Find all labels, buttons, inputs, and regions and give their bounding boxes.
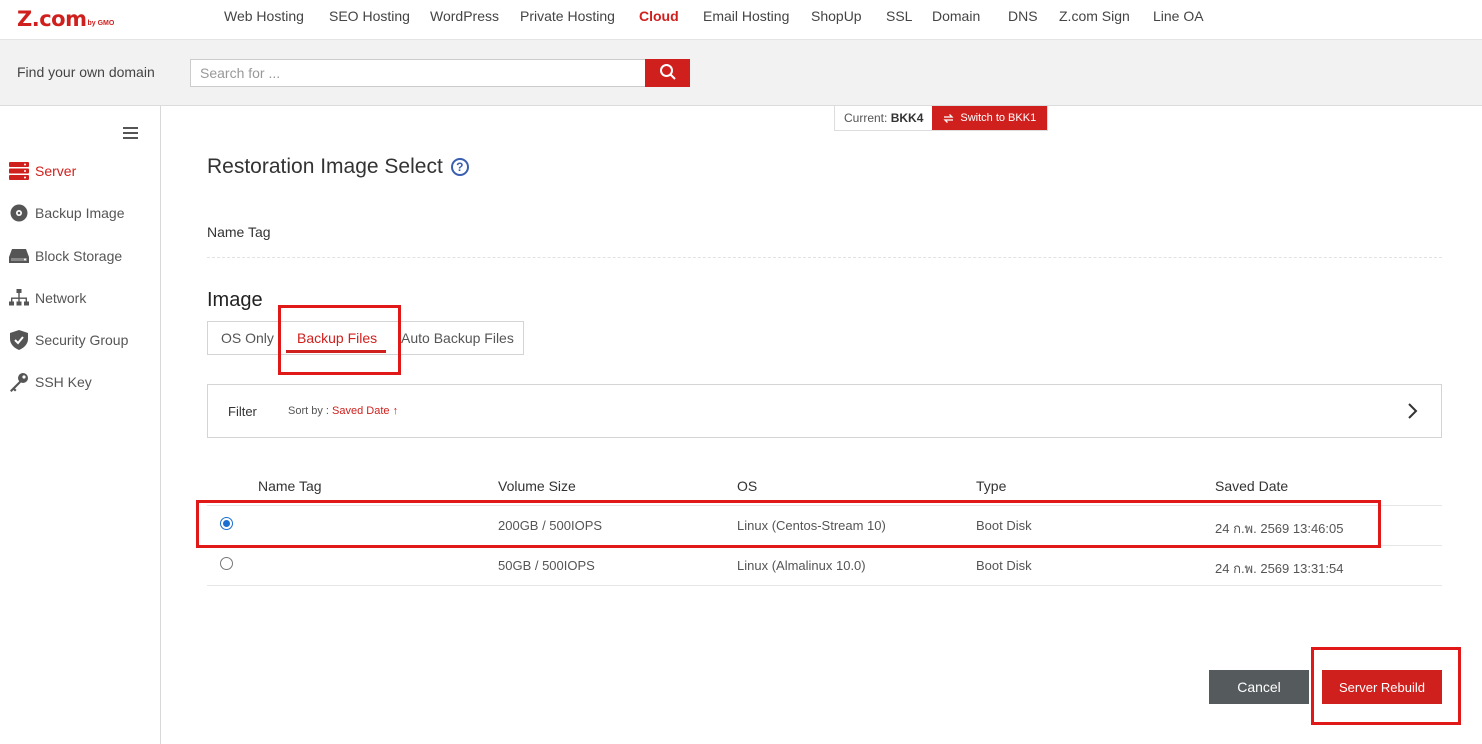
sidebar-item-server[interactable]: Server bbox=[9, 160, 76, 182]
nav-dns[interactable]: DNS bbox=[1008, 8, 1038, 24]
column-header-name-tag: Name Tag bbox=[258, 478, 322, 494]
sidebar-item-network[interactable]: Network bbox=[9, 287, 86, 309]
sidebar-item-label: Block Storage bbox=[35, 248, 123, 264]
help-icon[interactable]: ? bbox=[450, 158, 469, 176]
tab-os-only[interactable]: OS Only bbox=[221, 322, 274, 354]
sidebar-item-backup-image[interactable]: Backup Image bbox=[9, 202, 125, 224]
zcom-logo[interactable]: Z.com by GMO bbox=[17, 6, 114, 30]
sidebar-item-block-storage[interactable]: Block Storage bbox=[9, 245, 122, 267]
row-saved-date: 24 ก.พ. 2569 13:31:54 bbox=[1215, 561, 1344, 576]
search-icon bbox=[659, 63, 677, 84]
row-type: Boot Disk bbox=[976, 558, 1032, 573]
name-tag-label: Name Tag bbox=[207, 224, 271, 240]
column-header-volume-size: Volume Size bbox=[498, 478, 576, 494]
nav-shopup[interactable]: ShopUp bbox=[811, 8, 862, 24]
sidebar: Server Backup Image Block Storage Networ… bbox=[0, 106, 161, 744]
domain-search-label: Find your own domain bbox=[17, 64, 155, 80]
nav-ssl[interactable]: SSL bbox=[886, 8, 912, 24]
column-header-type: Type bbox=[976, 478, 1007, 494]
current-region: Current: BKK4 bbox=[835, 106, 933, 130]
cancel-button[interactable]: Cancel bbox=[1209, 670, 1309, 704]
nav-zcom-sign[interactable]: Z.com Sign bbox=[1059, 8, 1130, 24]
domain-search-button[interactable] bbox=[645, 59, 690, 87]
sidebar-item-ssh-key[interactable]: SSH Key bbox=[9, 371, 92, 393]
domain-search-input[interactable] bbox=[190, 59, 646, 87]
row-volume-size: 50GB / 500IOPS bbox=[498, 558, 595, 573]
chevron-right-icon[interactable] bbox=[1407, 402, 1419, 420]
sort-by[interactable]: Sort by : Saved Date ↑ bbox=[288, 405, 398, 417]
domain-search-bar: Find your own domain bbox=[0, 40, 1482, 106]
filter-bar[interactable]: Filter Sort by : Saved Date ↑ bbox=[207, 384, 1442, 438]
nav-cloud[interactable]: Cloud bbox=[639, 8, 679, 24]
nav-domain[interactable]: Domain bbox=[932, 8, 980, 24]
shield-icon bbox=[9, 330, 29, 350]
row-divider bbox=[207, 585, 1442, 586]
row-os: Linux (Almalinux 10.0) bbox=[737, 558, 866, 573]
region-switcher: Current: BKK4 Switch to BKK1 bbox=[834, 106, 1049, 131]
switch-region-button[interactable]: Switch to BKK1 bbox=[932, 106, 1048, 130]
highlight-box-backup-tab bbox=[278, 305, 401, 375]
sidebar-item-label: Server bbox=[35, 163, 77, 179]
nav-private-hosting[interactable]: Private Hosting bbox=[520, 8, 615, 24]
current-region-label: Current: bbox=[844, 111, 888, 125]
page-title: Restoration Image Select ? bbox=[207, 155, 469, 179]
switch-region-label: Switch to BKK1 bbox=[960, 112, 1037, 124]
row-radio[interactable] bbox=[220, 557, 233, 570]
network-icon bbox=[9, 288, 29, 308]
sort-by-value: Saved Date ↑ bbox=[332, 405, 399, 417]
page-title-text: Restoration Image Select bbox=[207, 155, 443, 178]
current-region-value: BKK4 bbox=[890, 111, 924, 125]
swap-arrows-icon bbox=[943, 113, 954, 124]
sidebar-item-label: Backup Image bbox=[35, 205, 125, 221]
sidebar-item-label: Security Group bbox=[35, 332, 129, 348]
tab-auto-backup-files[interactable]: Auto Backup Files bbox=[401, 322, 514, 354]
logo-subtext: by GMO bbox=[87, 20, 115, 27]
highlight-box-selected-row bbox=[196, 500, 1381, 548]
key-icon bbox=[9, 372, 29, 392]
column-header-saved-date: Saved Date bbox=[1215, 478, 1289, 494]
menu-toggle-icon[interactable] bbox=[123, 127, 138, 139]
sort-by-prefix: Sort by : bbox=[288, 405, 333, 417]
filter-label: Filter bbox=[228, 404, 257, 419]
sidebar-item-security-group[interactable]: Security Group bbox=[9, 329, 128, 351]
top-navigation: Z.com by GMO Web Hosting SEO Hosting Wor… bbox=[0, 0, 1482, 40]
image-section-title: Image bbox=[207, 289, 263, 311]
server-icon bbox=[9, 161, 29, 181]
divider bbox=[207, 257, 1442, 258]
disc-icon bbox=[9, 203, 29, 223]
logo-text: Z.com bbox=[17, 7, 87, 31]
nav-web-hosting[interactable]: Web Hosting bbox=[224, 8, 304, 24]
nav-seo-hosting[interactable]: SEO Hosting bbox=[329, 8, 410, 24]
highlight-box-rebuild-button bbox=[1311, 647, 1461, 725]
storage-icon bbox=[9, 246, 29, 266]
nav-line-oa[interactable]: Line OA bbox=[1153, 8, 1204, 24]
nav-wordpress[interactable]: WordPress bbox=[430, 8, 499, 24]
nav-email-hosting[interactable]: Email Hosting bbox=[703, 8, 789, 24]
column-header-os: OS bbox=[737, 478, 758, 494]
sidebar-item-label: Network bbox=[35, 290, 87, 306]
sidebar-item-label: SSH Key bbox=[35, 374, 92, 390]
